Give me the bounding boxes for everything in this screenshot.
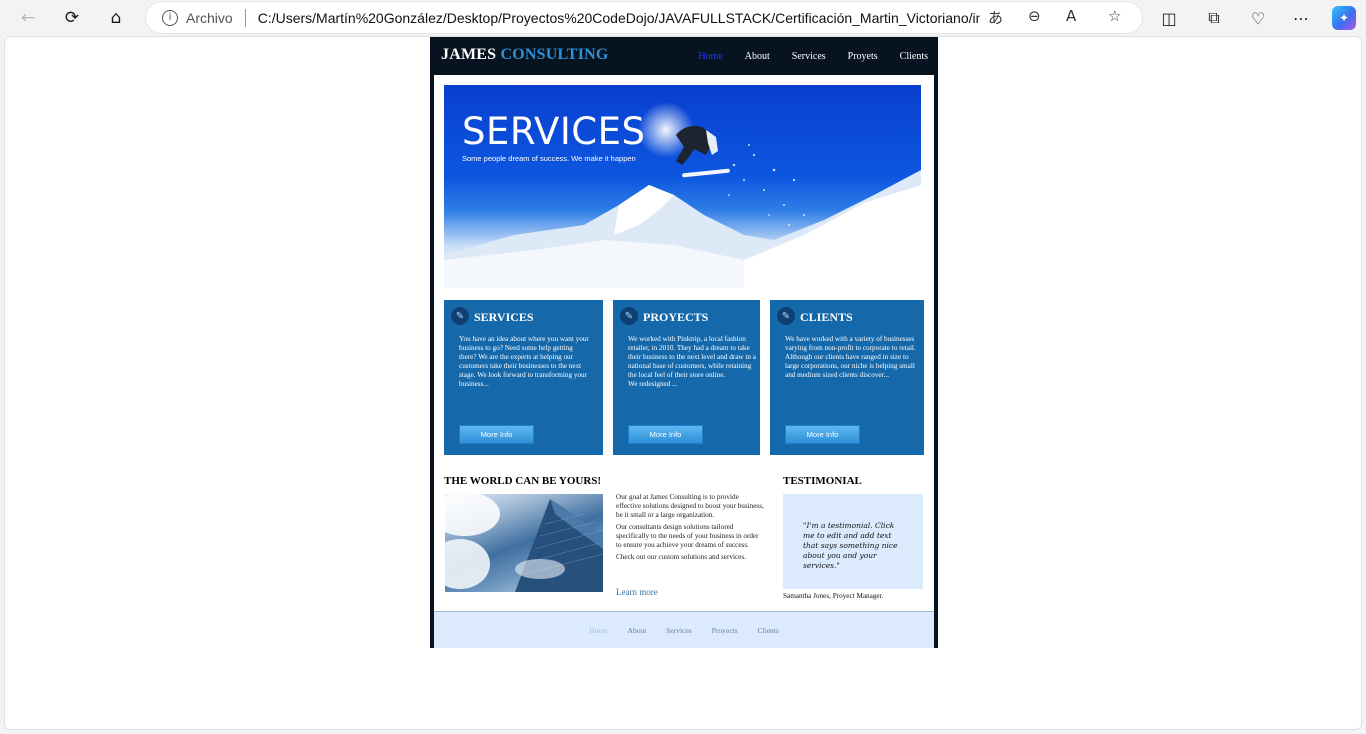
wrench-icon: ✎ <box>451 307 469 325</box>
more-info-button[interactable]: More Info <box>459 425 534 444</box>
address-bar[interactable]: i Archivo C:/Users/Martín%20González/Des… <box>146 2 1142 33</box>
top-nav: Home About Services Proyets Clients <box>676 51 928 62</box>
nav-clients[interactable]: Clients <box>900 51 928 62</box>
site-logo[interactable]: JAMES CONSULTING <box>441 46 609 64</box>
nav-home[interactable]: Home <box>698 51 722 62</box>
reload-icon[interactable]: ⟳ <box>60 6 84 30</box>
footer-nav-proyects[interactable]: Proyects <box>712 626 738 635</box>
skyscraper-picture <box>445 494 603 592</box>
card-services: ✎ SERVICES You have an idea about where … <box>444 300 603 455</box>
footer-nav-about[interactable]: About <box>628 626 647 635</box>
copilot-icon[interactable]: ✦ <box>1332 6 1356 30</box>
wrench-icon: ✎ <box>620 307 638 325</box>
hero-subtitle: Some people dream of success. We make it… <box>462 154 636 163</box>
card-proyects: ✎ PROYECTS We worked with Pinktrip, a lo… <box>613 300 760 455</box>
zoom-out-icon[interactable]: ⊖ <box>1028 7 1041 25</box>
nav-proyets[interactable]: Proyets <box>848 51 878 62</box>
address-url[interactable]: C:/Users/Martín%20González/Desktop/Proye… <box>258 10 980 26</box>
collections-icon[interactable]: ⧉ <box>1202 6 1226 30</box>
card-text-main: We worked with Pinktrip, a local fashion… <box>628 335 756 379</box>
building-image <box>445 494 603 592</box>
footer-nav-services[interactable]: Services <box>666 626 691 635</box>
favorite-star-icon[interactable]: ☆ <box>1108 7 1121 25</box>
card-title: CLIENTS <box>800 310 853 324</box>
snowboarder-figure <box>676 125 730 178</box>
learn-more-link[interactable]: Learn more <box>616 587 658 597</box>
world-paragraph-1: Our goal at James Consulting is to provi… <box>616 493 764 519</box>
browser-toolbar: ← ⟳ ⌂ i Archivo C:/Users/Martín%20Gonzál… <box>0 0 1366 36</box>
nav-about[interactable]: About <box>745 51 770 62</box>
testimonial-quote: "I'm a testimonial. Click me to edit and… <box>803 521 898 570</box>
more-info-button[interactable]: More Info <box>785 425 860 444</box>
site-footer: Home About Services Proyects Clients <box>434 611 934 648</box>
wrench-icon: ✎ <box>777 307 795 325</box>
browser-viewport: JAMES CONSULTING Home About Services Pro… <box>4 36 1362 730</box>
back-arrow-icon[interactable]: ← <box>16 6 40 30</box>
card-clients: ✎ CLIENTS We have worked with a variety … <box>770 300 924 455</box>
more-menu-icon[interactable]: ⋯ <box>1289 6 1313 30</box>
translate-icon[interactable]: あ <box>988 7 1003 28</box>
card-text: We have worked with a variety of busines… <box>785 335 916 379</box>
nav-services[interactable]: Services <box>792 51 826 62</box>
world-text: Our goal at James Consulting is to provi… <box>616 493 764 565</box>
more-info-button[interactable]: More Info <box>628 425 703 444</box>
footer-nav-clients[interactable]: Clients <box>758 626 779 635</box>
logo-accent: CONSULTING <box>500 46 609 63</box>
card-title: PROYECTS <box>643 310 709 324</box>
card-text: You have an idea about where you want yo… <box>459 335 589 388</box>
split-screen-icon[interactable]: ◫ <box>1157 6 1181 30</box>
browser-essentials-icon[interactable]: ♡ <box>1246 6 1270 30</box>
testimonial-author: Samantha Jones, Proyect Manager. <box>783 592 884 600</box>
footer-nav-home[interactable]: Home <box>589 626 607 635</box>
testimonial-title: TESTIMONIAL <box>783 475 862 487</box>
world-paragraph-3: Check out our custom solutions and servi… <box>616 553 746 561</box>
main-content: SERVICES Some people dream of success. W… <box>434 75 934 648</box>
card-title: SERVICES <box>474 310 534 324</box>
info-icon[interactable]: i <box>162 9 178 26</box>
hero-title: SERVICES <box>462 110 646 153</box>
card-text: We worked with Pinktrip, a local fashion… <box>628 335 760 389</box>
world-paragraph-2: Our consultants design solutions tailore… <box>616 523 759 549</box>
testimonial-box: "I'm a testimonial. Click me to edit and… <box>783 494 923 589</box>
feature-cards: ✎ SERVICES You have an idea about where … <box>444 300 924 455</box>
home-icon[interactable]: ⌂ <box>104 6 128 30</box>
world-title: THE WORLD CAN BE YOURS! <box>444 475 602 487</box>
site-header: JAMES CONSULTING Home About Services Pro… <box>430 37 938 75</box>
address-scheme: Archivo <box>186 9 233 26</box>
logo-main: JAMES <box>441 46 497 63</box>
hero-banner: SERVICES Some people dream of success. W… <box>444 85 921 288</box>
card-text-more: We redesigned ... <box>628 380 678 388</box>
read-aloud-icon[interactable]: A <box>1066 7 1076 25</box>
site-page: JAMES CONSULTING Home About Services Pro… <box>430 37 938 648</box>
address-separator <box>244 8 246 27</box>
